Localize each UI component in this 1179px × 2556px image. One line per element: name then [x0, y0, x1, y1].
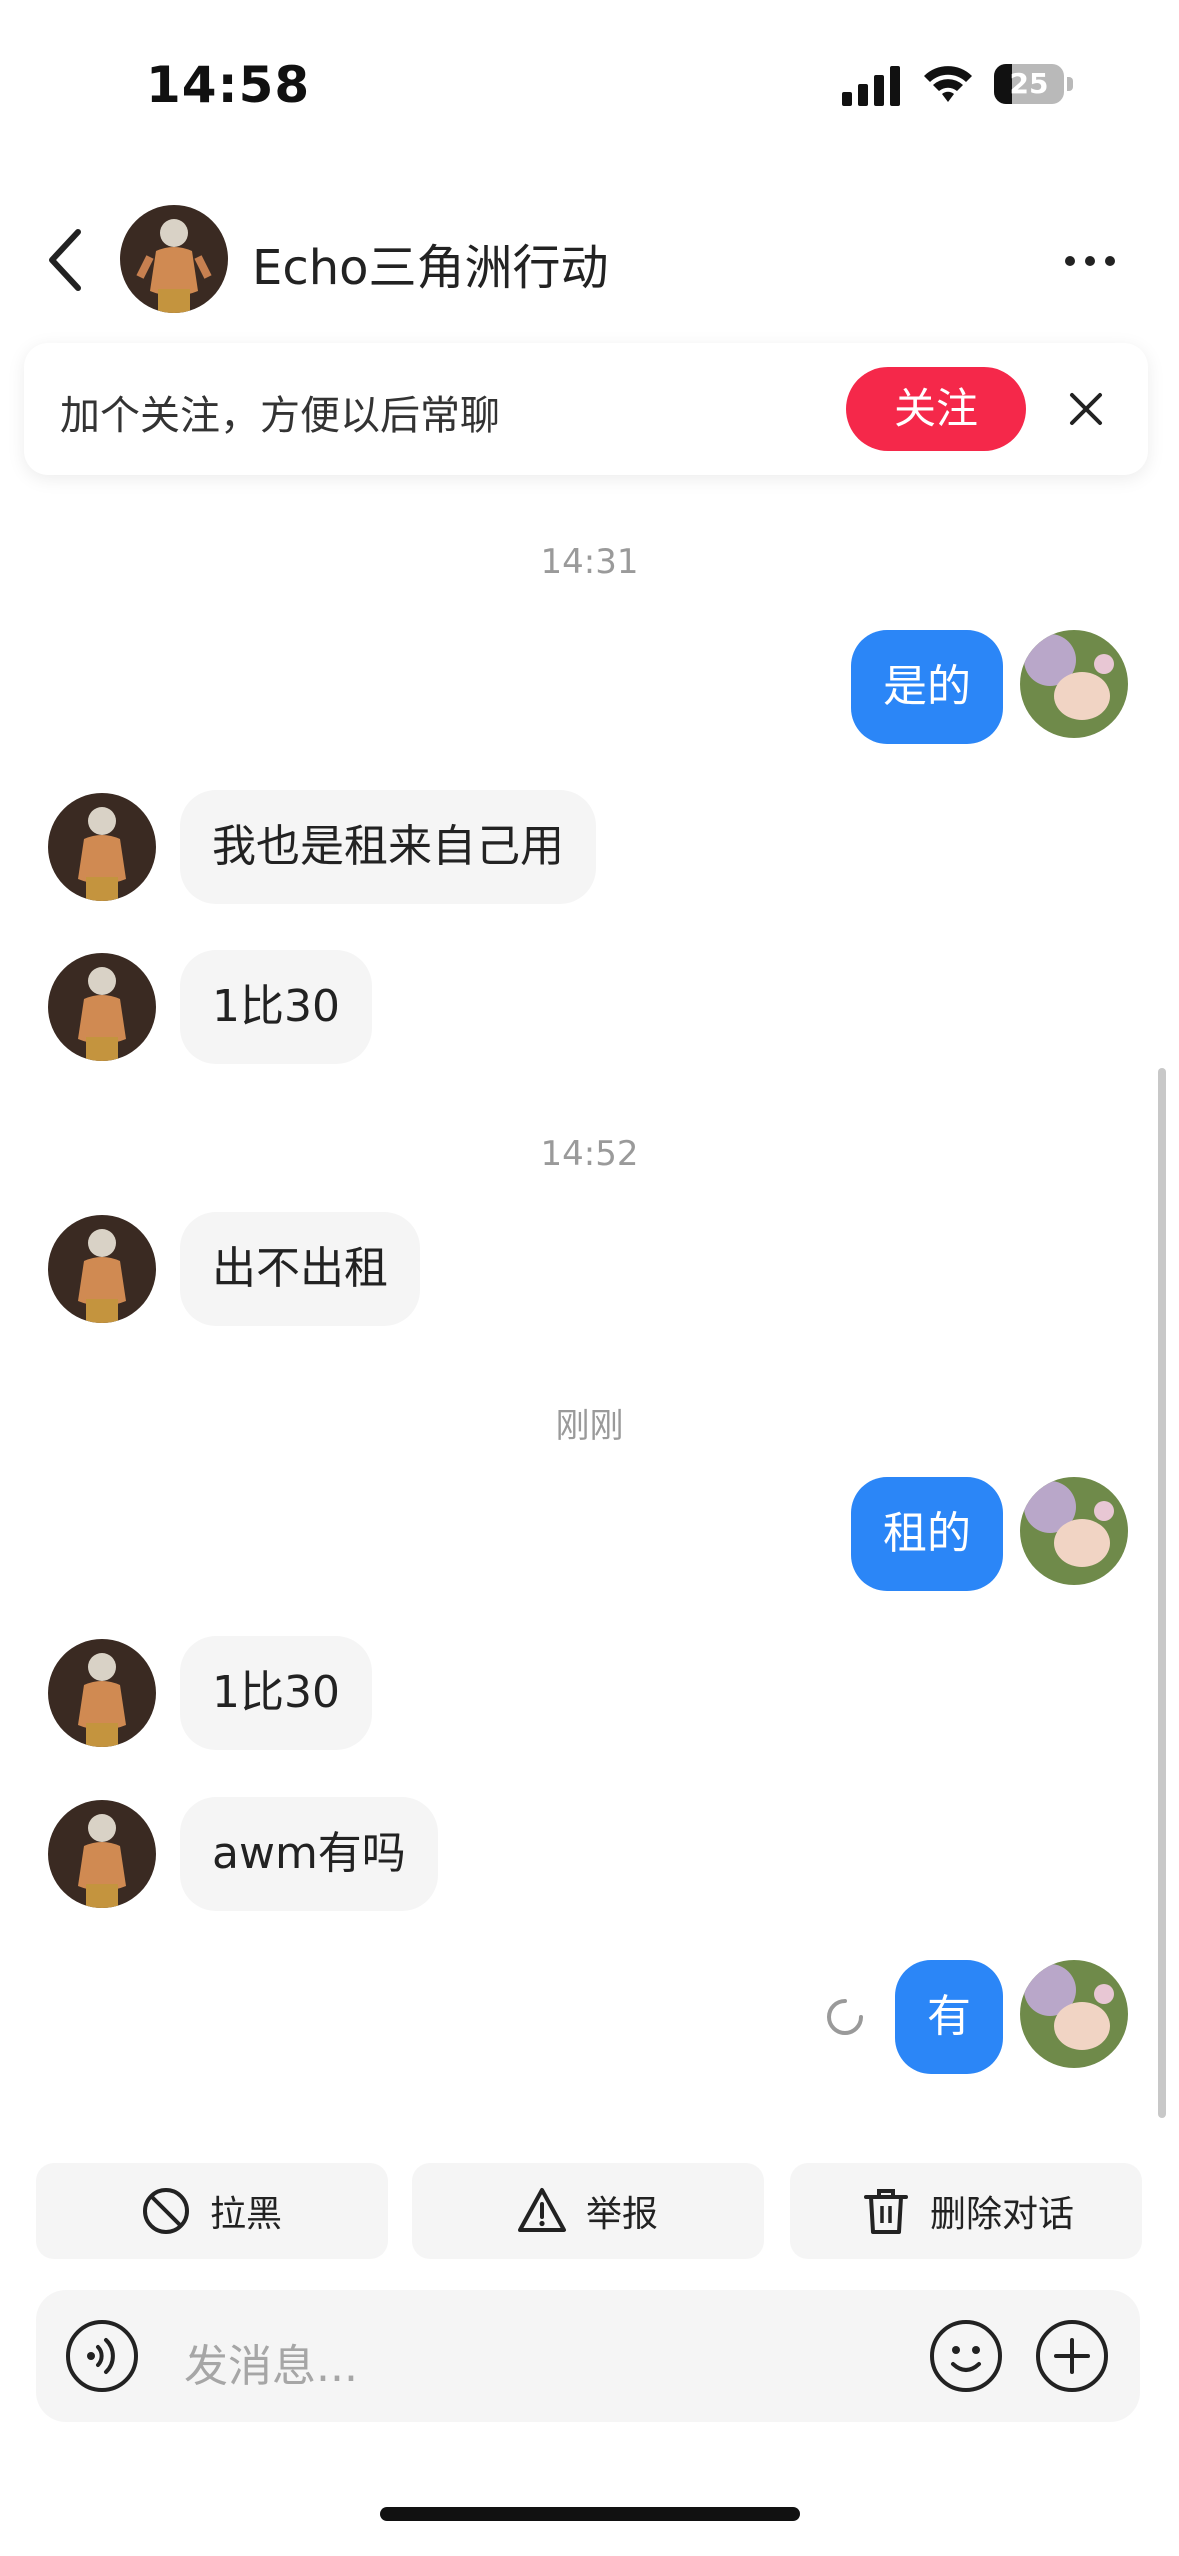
more-dots-icon[interactable]: [1060, 236, 1120, 286]
self-avatar[interactable]: [1020, 1477, 1128, 1585]
loading-spinner-icon: [827, 1999, 863, 2035]
delete-conversation-label: 删除对话: [930, 2194, 1075, 2235]
follow-button[interactable]: 关注: [846, 367, 1026, 451]
contact-avatar[interactable]: [48, 1215, 156, 1323]
report-button[interactable]: 举报: [412, 2163, 764, 2259]
message-bubble-incoming[interactable]: 1比30: [180, 950, 372, 1064]
status-time: 14:58: [146, 56, 311, 114]
back-arrow-icon[interactable]: [38, 222, 98, 298]
self-avatar[interactable]: [1020, 1960, 1128, 2068]
cellular-signal-icon: [842, 66, 900, 106]
message-composer: 发消息...: [36, 2290, 1140, 2422]
scrollbar[interactable]: [1158, 1068, 1166, 2118]
home-indicator[interactable]: [380, 2507, 800, 2521]
follow-prompt-text: 加个关注，方便以后常聊: [60, 393, 500, 439]
message-bubble-outgoing[interactable]: 租的: [851, 1477, 1003, 1591]
contact-avatar[interactable]: [48, 1800, 156, 1908]
message-bubble-incoming[interactable]: 1比30: [180, 1636, 372, 1750]
message-bubble-outgoing[interactable]: 有: [895, 1960, 1003, 2074]
contact-avatar[interactable]: [48, 1639, 156, 1747]
block-icon: [143, 2188, 189, 2234]
message-bubble-incoming[interactable]: awm有吗: [180, 1797, 438, 1911]
trash-icon: [864, 2189, 908, 2234]
plus-icon[interactable]: [1034, 2318, 1110, 2394]
message-bubble-incoming[interactable]: 我也是租来自己用: [180, 790, 596, 904]
block-button[interactable]: 拉黑: [36, 2163, 388, 2259]
warning-icon: [518, 2188, 566, 2232]
timestamp: 14:31: [540, 542, 639, 582]
delete-conversation-button[interactable]: 删除对话: [790, 2163, 1142, 2259]
emoji-icon[interactable]: [928, 2318, 1004, 2394]
wifi-icon: [924, 66, 972, 102]
contact-avatar[interactable]: [120, 205, 228, 313]
close-icon[interactable]: [1060, 383, 1112, 435]
contact-avatar[interactable]: [48, 793, 156, 901]
contact-avatar[interactable]: [48, 953, 156, 1061]
timestamp: 14:52: [540, 1134, 639, 1174]
self-avatar[interactable]: [1020, 630, 1128, 738]
message-bubble-outgoing[interactable]: 是的: [851, 630, 1003, 744]
voice-icon[interactable]: [64, 2318, 140, 2394]
timestamp: 刚刚: [555, 1406, 624, 1446]
chat-title: Echo三角洲行动: [252, 240, 609, 296]
message-input[interactable]: 发消息...: [184, 2330, 358, 2394]
follow-banner: 加个关注，方便以后常聊 关注: [24, 343, 1148, 475]
report-label: 举报: [586, 2194, 659, 2235]
message-bubble-incoming[interactable]: 出不出租: [180, 1212, 420, 1326]
battery-level: 25: [1009, 67, 1049, 100]
battery-indicator: 25: [994, 64, 1074, 104]
block-label: 拉黑: [210, 2194, 283, 2235]
